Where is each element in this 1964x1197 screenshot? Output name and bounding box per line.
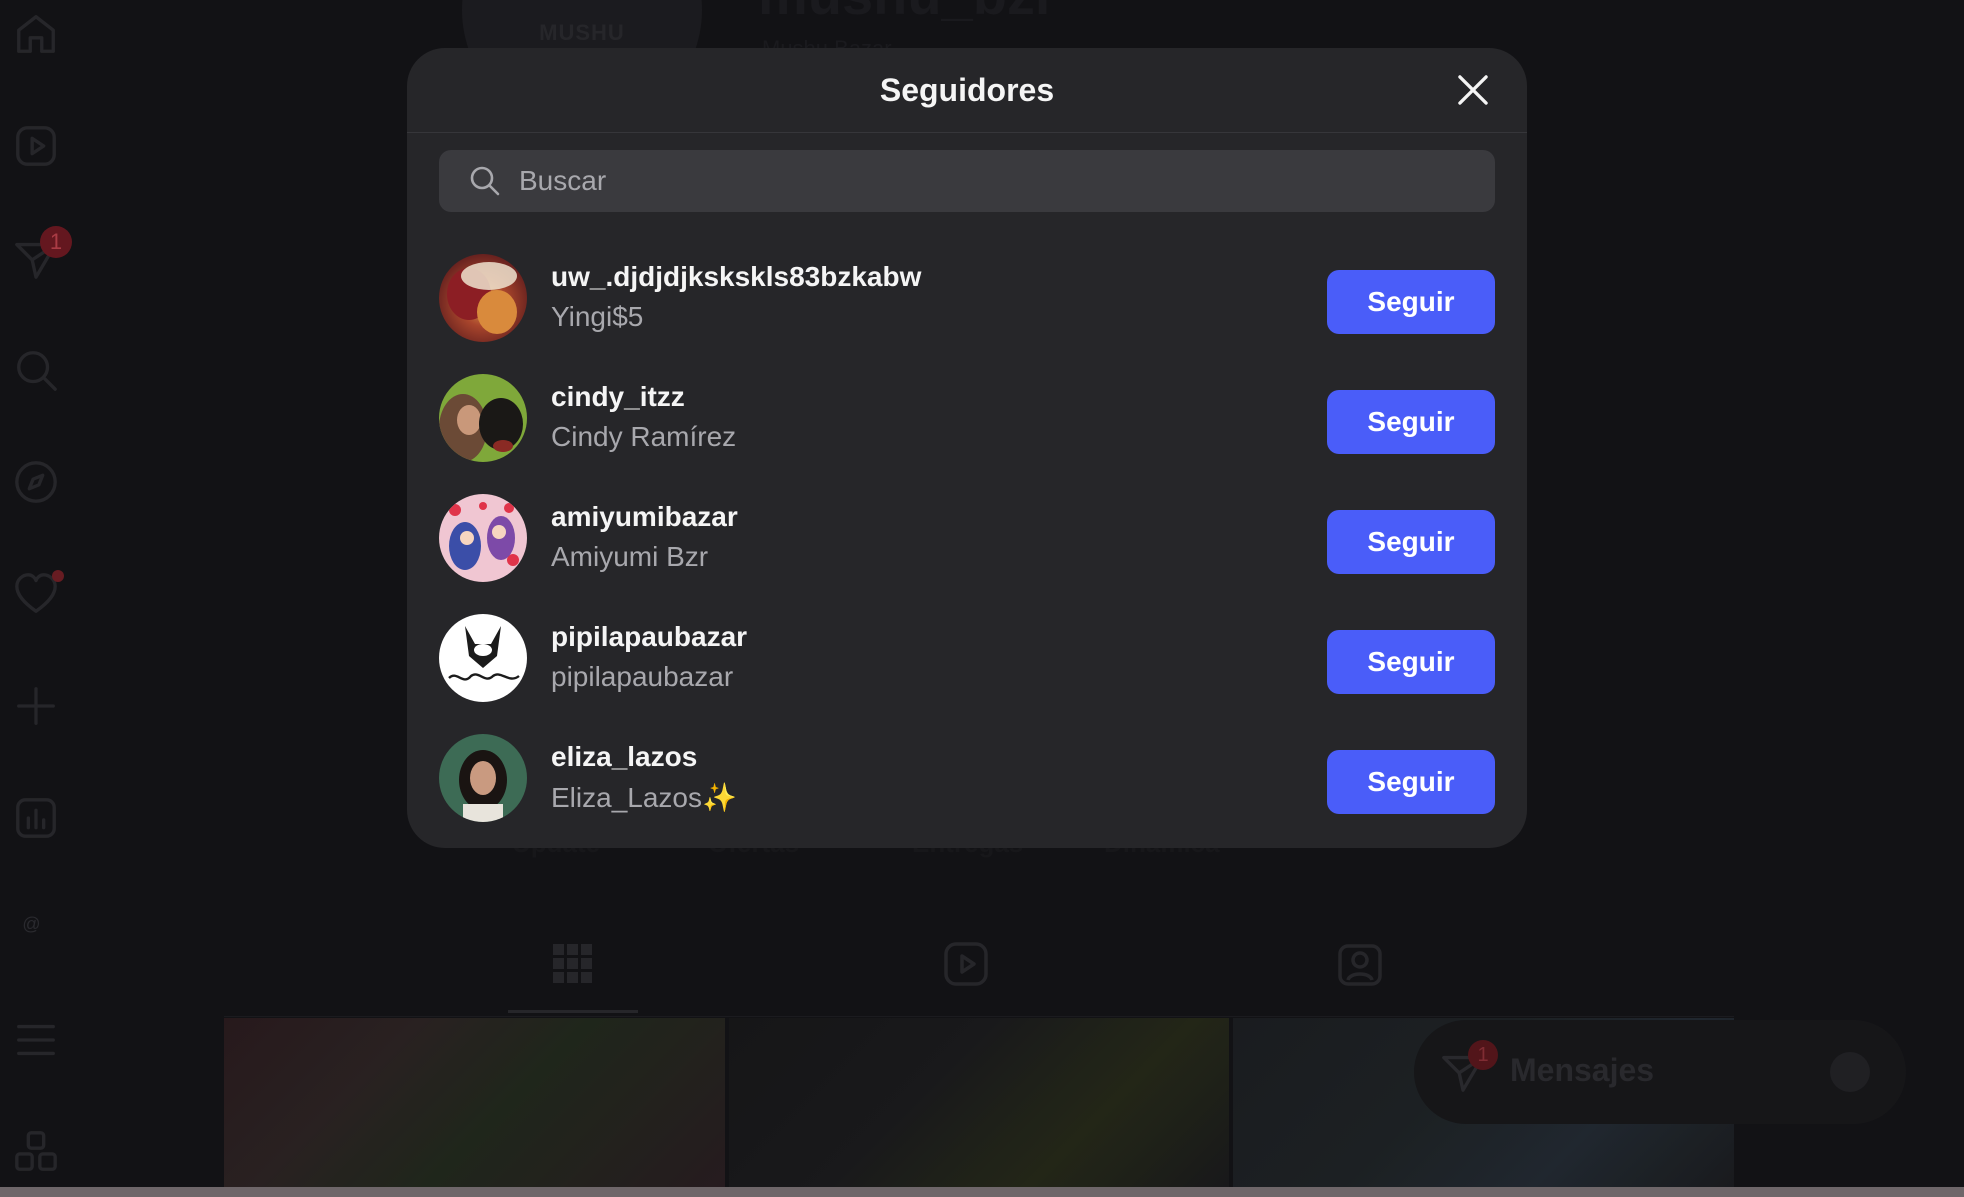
follower-username[interactable]: pipilapaubazar [551, 621, 747, 653]
follower-row: uw_.djdjdjkskskls83bzkabw Yingi$5 Seguir [439, 240, 1495, 360]
follower-row: pipilapaubazar pipilapaubazar Seguir [439, 600, 1495, 720]
avatar[interactable] [439, 374, 527, 462]
follow-button[interactable]: Seguir [1327, 630, 1495, 694]
follower-username[interactable]: amiyumibazar [551, 501, 738, 533]
window-bottom-edge [0, 1187, 1964, 1197]
follower-row: amiyumibazar Amiyumi Bzr Seguir [439, 480, 1495, 600]
avatar[interactable] [439, 494, 527, 582]
avatar[interactable] [439, 254, 527, 342]
modal-header: Seguidores [407, 48, 1527, 133]
follower-name: pipilapaubazar [551, 661, 734, 692]
follow-button[interactable]: Seguir [1327, 750, 1495, 814]
modal-title: Seguidores [879, 72, 1055, 108]
follower-name: Yingi$5 [551, 301, 644, 332]
avatar[interactable] [439, 734, 527, 822]
close-icon [1458, 75, 1488, 105]
follow-button[interactable]: Seguir [1327, 270, 1495, 334]
follower-name: Amiyumi Bzr [551, 541, 709, 572]
follower-username[interactable]: eliza_lazos [551, 741, 697, 773]
close-button[interactable] [1451, 68, 1495, 112]
search-input[interactable] [519, 150, 1459, 212]
search-box [439, 150, 1495, 212]
search-icon [470, 166, 500, 196]
follower-username[interactable]: cindy_itzz [551, 381, 685, 413]
follower-row: cindy_itzz Cindy Ramírez Seguir [439, 360, 1495, 480]
follow-button[interactable]: Seguir [1327, 510, 1495, 574]
follow-button[interactable]: Seguir [1327, 390, 1495, 454]
avatar[interactable] [439, 614, 527, 702]
followers-modal: Seguidores uw_.d [407, 48, 1527, 848]
followers-list: uw_.djdjdjkskskls83bzkabw Yingi$5 Seguir… [439, 240, 1495, 840]
follower-name: Cindy Ramírez [551, 421, 737, 452]
follower-name: Eliza_Lazos✨ [551, 782, 737, 813]
follower-row: eliza_lazos Eliza_Lazos✨ Seguir [439, 720, 1495, 840]
follower-username[interactable]: uw_.djdjdjkskskls83bzkabw [551, 261, 921, 293]
